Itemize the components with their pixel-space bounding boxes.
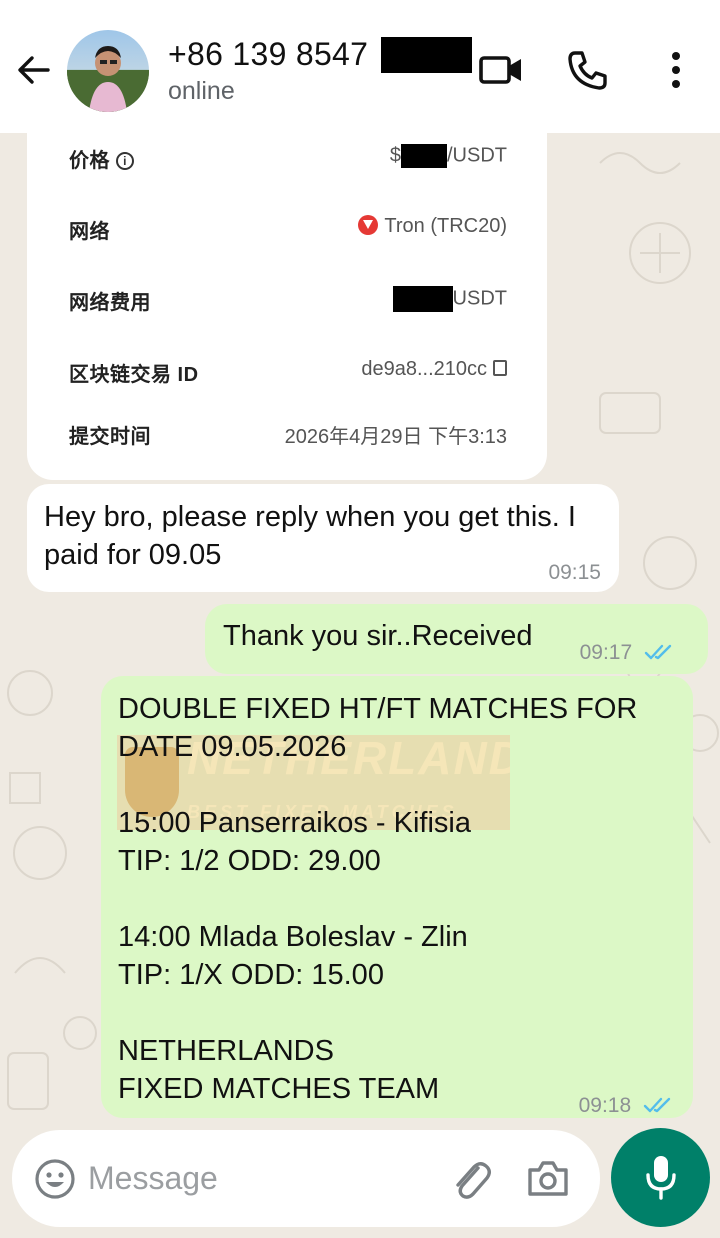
message-time: 09:17: [579, 641, 633, 664]
message-time: 09:15: [548, 561, 601, 584]
message-line: DATE 09.05.2026: [118, 731, 347, 763]
tron-icon: [358, 215, 379, 235]
contact-name[interactable]: +86 139 8547: [168, 36, 368, 73]
message-text: Thank you sir..Received: [223, 620, 533, 652]
transaction-id-value: de9a8...210cc: [361, 358, 507, 381]
message-line: FIXED MATCHES TEAM: [118, 1073, 440, 1105]
price-value: $ /USDT: [390, 144, 507, 168]
incoming-message[interactable]: Hey bro, please reply when you get this.…: [27, 484, 619, 592]
redaction-box: [392, 286, 453, 312]
price-unit: /USDT: [447, 144, 507, 167]
transaction-id-row: 区块链交易 ID de9a8...210cc: [69, 358, 507, 390]
submit-time-value: 2026年4月29日 下午3:13: [284, 426, 507, 448]
redaction-box: [401, 144, 447, 168]
network-row: 网络 Tron (TRC20): [69, 215, 507, 247]
message-meta: 09:17: [580, 634, 678, 672]
message-time: 09:18: [578, 1094, 632, 1117]
transaction-id-label: 区块链交易 ID: [69, 364, 199, 386]
mic-icon: [646, 1156, 676, 1200]
message-line: 15:00 Panserraikos - Kifisia: [118, 807, 471, 839]
chat-header: +86 139 8547 online: [0, 0, 720, 133]
copy-icon[interactable]: [493, 360, 507, 376]
read-receipt-icon: [643, 1097, 671, 1113]
message-meta: 09:18: [579, 1087, 677, 1125]
video-call-icon[interactable]: [478, 50, 524, 90]
message-line: TIP: 1/X ODD: 15.00: [118, 959, 384, 991]
message-line: NETHERLANDS: [118, 1035, 334, 1067]
payment-details-card[interactable]: 价格 i $ /USDT 网络 Tron (TRC20) 网络费用 USDT 区块链…: [27, 118, 547, 480]
outgoing-message[interactable]: Thank you sir..Received 09:17: [205, 604, 708, 674]
price-row: 价格 i $ /USDT: [69, 144, 507, 176]
redaction-box: [381, 37, 472, 73]
network-name: Tron (TRC20): [384, 215, 507, 237]
read-receipt-icon: [644, 644, 672, 660]
info-icon: i: [116, 152, 134, 170]
voice-call-icon[interactable]: [566, 48, 610, 92]
avatar[interactable]: [67, 30, 149, 112]
back-arrow-icon[interactable]: [14, 50, 54, 90]
emoji-icon[interactable]: [34, 1158, 76, 1200]
camera-icon[interactable]: [526, 1158, 570, 1198]
message-text: Hey bro, please reply when you get this.…: [44, 501, 576, 571]
more-options-icon[interactable]: [662, 50, 690, 90]
network-fee-label: 网络费用: [69, 292, 151, 314]
outgoing-message-tips[interactable]: NETHERLANDS BEST FIXED MATCHES DOUBLE FI…: [101, 676, 693, 1118]
voice-message-button[interactable]: [611, 1128, 710, 1227]
message-line: DOUBLE FIXED HT/FT MATCHES FOR: [118, 693, 638, 725]
submit-time-row: 提交时间 2026年4月29日 下午3:13: [69, 420, 507, 452]
network-fee-value: USDT: [392, 286, 507, 312]
message-line: 14:00 Mlada Boleslav - Zlin: [118, 921, 468, 953]
avatar-photo: [67, 46, 149, 112]
transaction-id-text: de9a8...210cc: [361, 358, 487, 380]
contact-status: online: [168, 77, 235, 105]
network-value: Tron (TRC20): [358, 215, 507, 238]
price-label: 价格: [69, 150, 110, 172]
message-input[interactable]: [88, 1150, 428, 1206]
submit-time-label: 提交时间: [69, 426, 151, 448]
price-currency: $: [389, 144, 401, 167]
fee-unit: USDT: [452, 287, 507, 310]
network-fee-row: 网络费用 USDT: [69, 286, 507, 318]
attach-icon[interactable]: [448, 1156, 492, 1202]
message-line: TIP: 1/2 ODD: 29.00: [118, 845, 381, 877]
message-composer: [12, 1130, 600, 1227]
network-label: 网络: [69, 221, 110, 243]
